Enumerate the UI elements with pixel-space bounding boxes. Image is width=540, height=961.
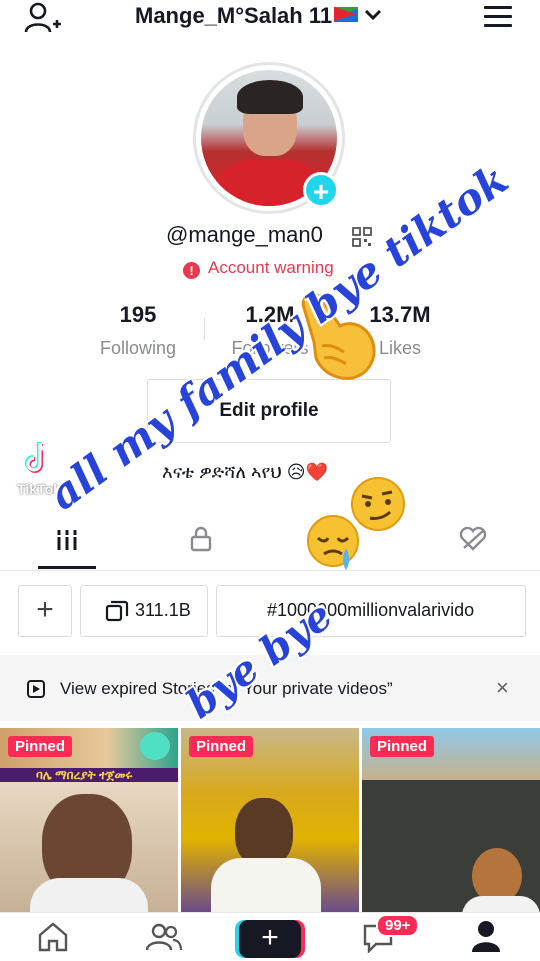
views-chip[interactable]: 311.1B	[80, 585, 208, 637]
account-warning-label: Account warning	[208, 258, 334, 277]
stories-icon	[27, 680, 45, 698]
qr-code-icon[interactable]	[352, 227, 372, 247]
lock-icon[interactable]	[190, 526, 212, 552]
stat-followers-value: 1.2M	[245, 302, 295, 327]
profile-icon[interactable]	[470, 919, 502, 953]
close-icon[interactable]: ×	[496, 675, 509, 701]
tab-indicator	[38, 566, 96, 569]
notice-text: View expired Stories in “Your private vi…	[60, 679, 393, 698]
account-name: Mange_M°Salah 11	[135, 3, 333, 28]
video-caption: ባሌ ማበረያት ተጀመሩ	[36, 768, 133, 782]
stat-divider	[336, 318, 337, 340]
create-button[interactable]: +	[239, 920, 301, 958]
stat-divider	[204, 318, 205, 340]
top-bar: Mange_M°Salah 11	[0, 0, 540, 36]
menu-icon[interactable]	[484, 6, 512, 28]
stat-likes-label: Likes	[378, 338, 422, 358]
eritrea-flag-icon	[334, 7, 359, 22]
add-user-icon[interactable]	[22, 2, 62, 34]
stat-following-label: Following	[99, 338, 177, 358]
hashtag-chip-label: #1000000millionvalarivido	[267, 600, 475, 620]
stat-following[interactable]: 195 Following	[78, 302, 198, 359]
bio: እናቴ ዎድሻለ ኣየህ 😥❤️	[162, 462, 328, 482]
friends-icon[interactable]	[145, 921, 183, 953]
video-grid: Pinned ባሌ ማበረያት ተጀመሩ Pinned Pinned	[0, 728, 540, 912]
pinned-badge: Pinned	[370, 736, 435, 757]
pinned-badge: Pinned	[189, 736, 254, 757]
stat-following-value: 195	[119, 302, 157, 327]
hashtag-chip[interactable]: #1000000millionvalarivido	[216, 585, 526, 637]
stat-likes-value: 13.7M	[369, 302, 431, 327]
expired-stories-notice[interactable]: View expired Stories in “Your private vi…	[0, 655, 540, 721]
account-warning[interactable]: ! Account warning	[183, 258, 334, 279]
grid-icon[interactable]	[56, 528, 78, 552]
video-thumbnail[interactable]: Pinned	[181, 728, 359, 912]
alert-icon: !	[183, 262, 200, 279]
edit-profile-button[interactable]: Edit profile	[147, 379, 391, 443]
views-chip-label: 311.1B	[135, 600, 191, 620]
pinned-badge: Pinned	[8, 736, 73, 757]
video-thumbnail[interactable]: Pinned	[362, 728, 540, 912]
stat-likes[interactable]: 13.7M Likes	[340, 302, 460, 359]
account-switcher[interactable]: Mange_M°Salah 11	[135, 3, 382, 29]
video-thumbnail[interactable]: Pinned ባሌ ማበረያት ተጀመሩ	[0, 728, 178, 912]
inbox-badge: 99+	[376, 914, 420, 937]
stat-followers[interactable]: 1.2M Followers	[210, 302, 330, 359]
tiktok-watermark-text: TikTok	[17, 481, 61, 497]
chevron-down-icon	[365, 9, 382, 21]
heart-hidden-icon[interactable]	[458, 526, 488, 552]
views-icon	[105, 600, 129, 622]
tiktok-watermark: TikTok	[8, 440, 70, 498]
stat-followers-label: Followers	[231, 338, 309, 358]
home-icon[interactable]	[36, 921, 70, 953]
tiktok-logo-icon	[25, 442, 50, 473]
add-story-button[interactable]: +	[303, 172, 339, 208]
add-chip-button[interactable]: +	[18, 585, 72, 637]
profile-tabs	[0, 514, 540, 571]
username: @mange_man0	[166, 222, 323, 247]
